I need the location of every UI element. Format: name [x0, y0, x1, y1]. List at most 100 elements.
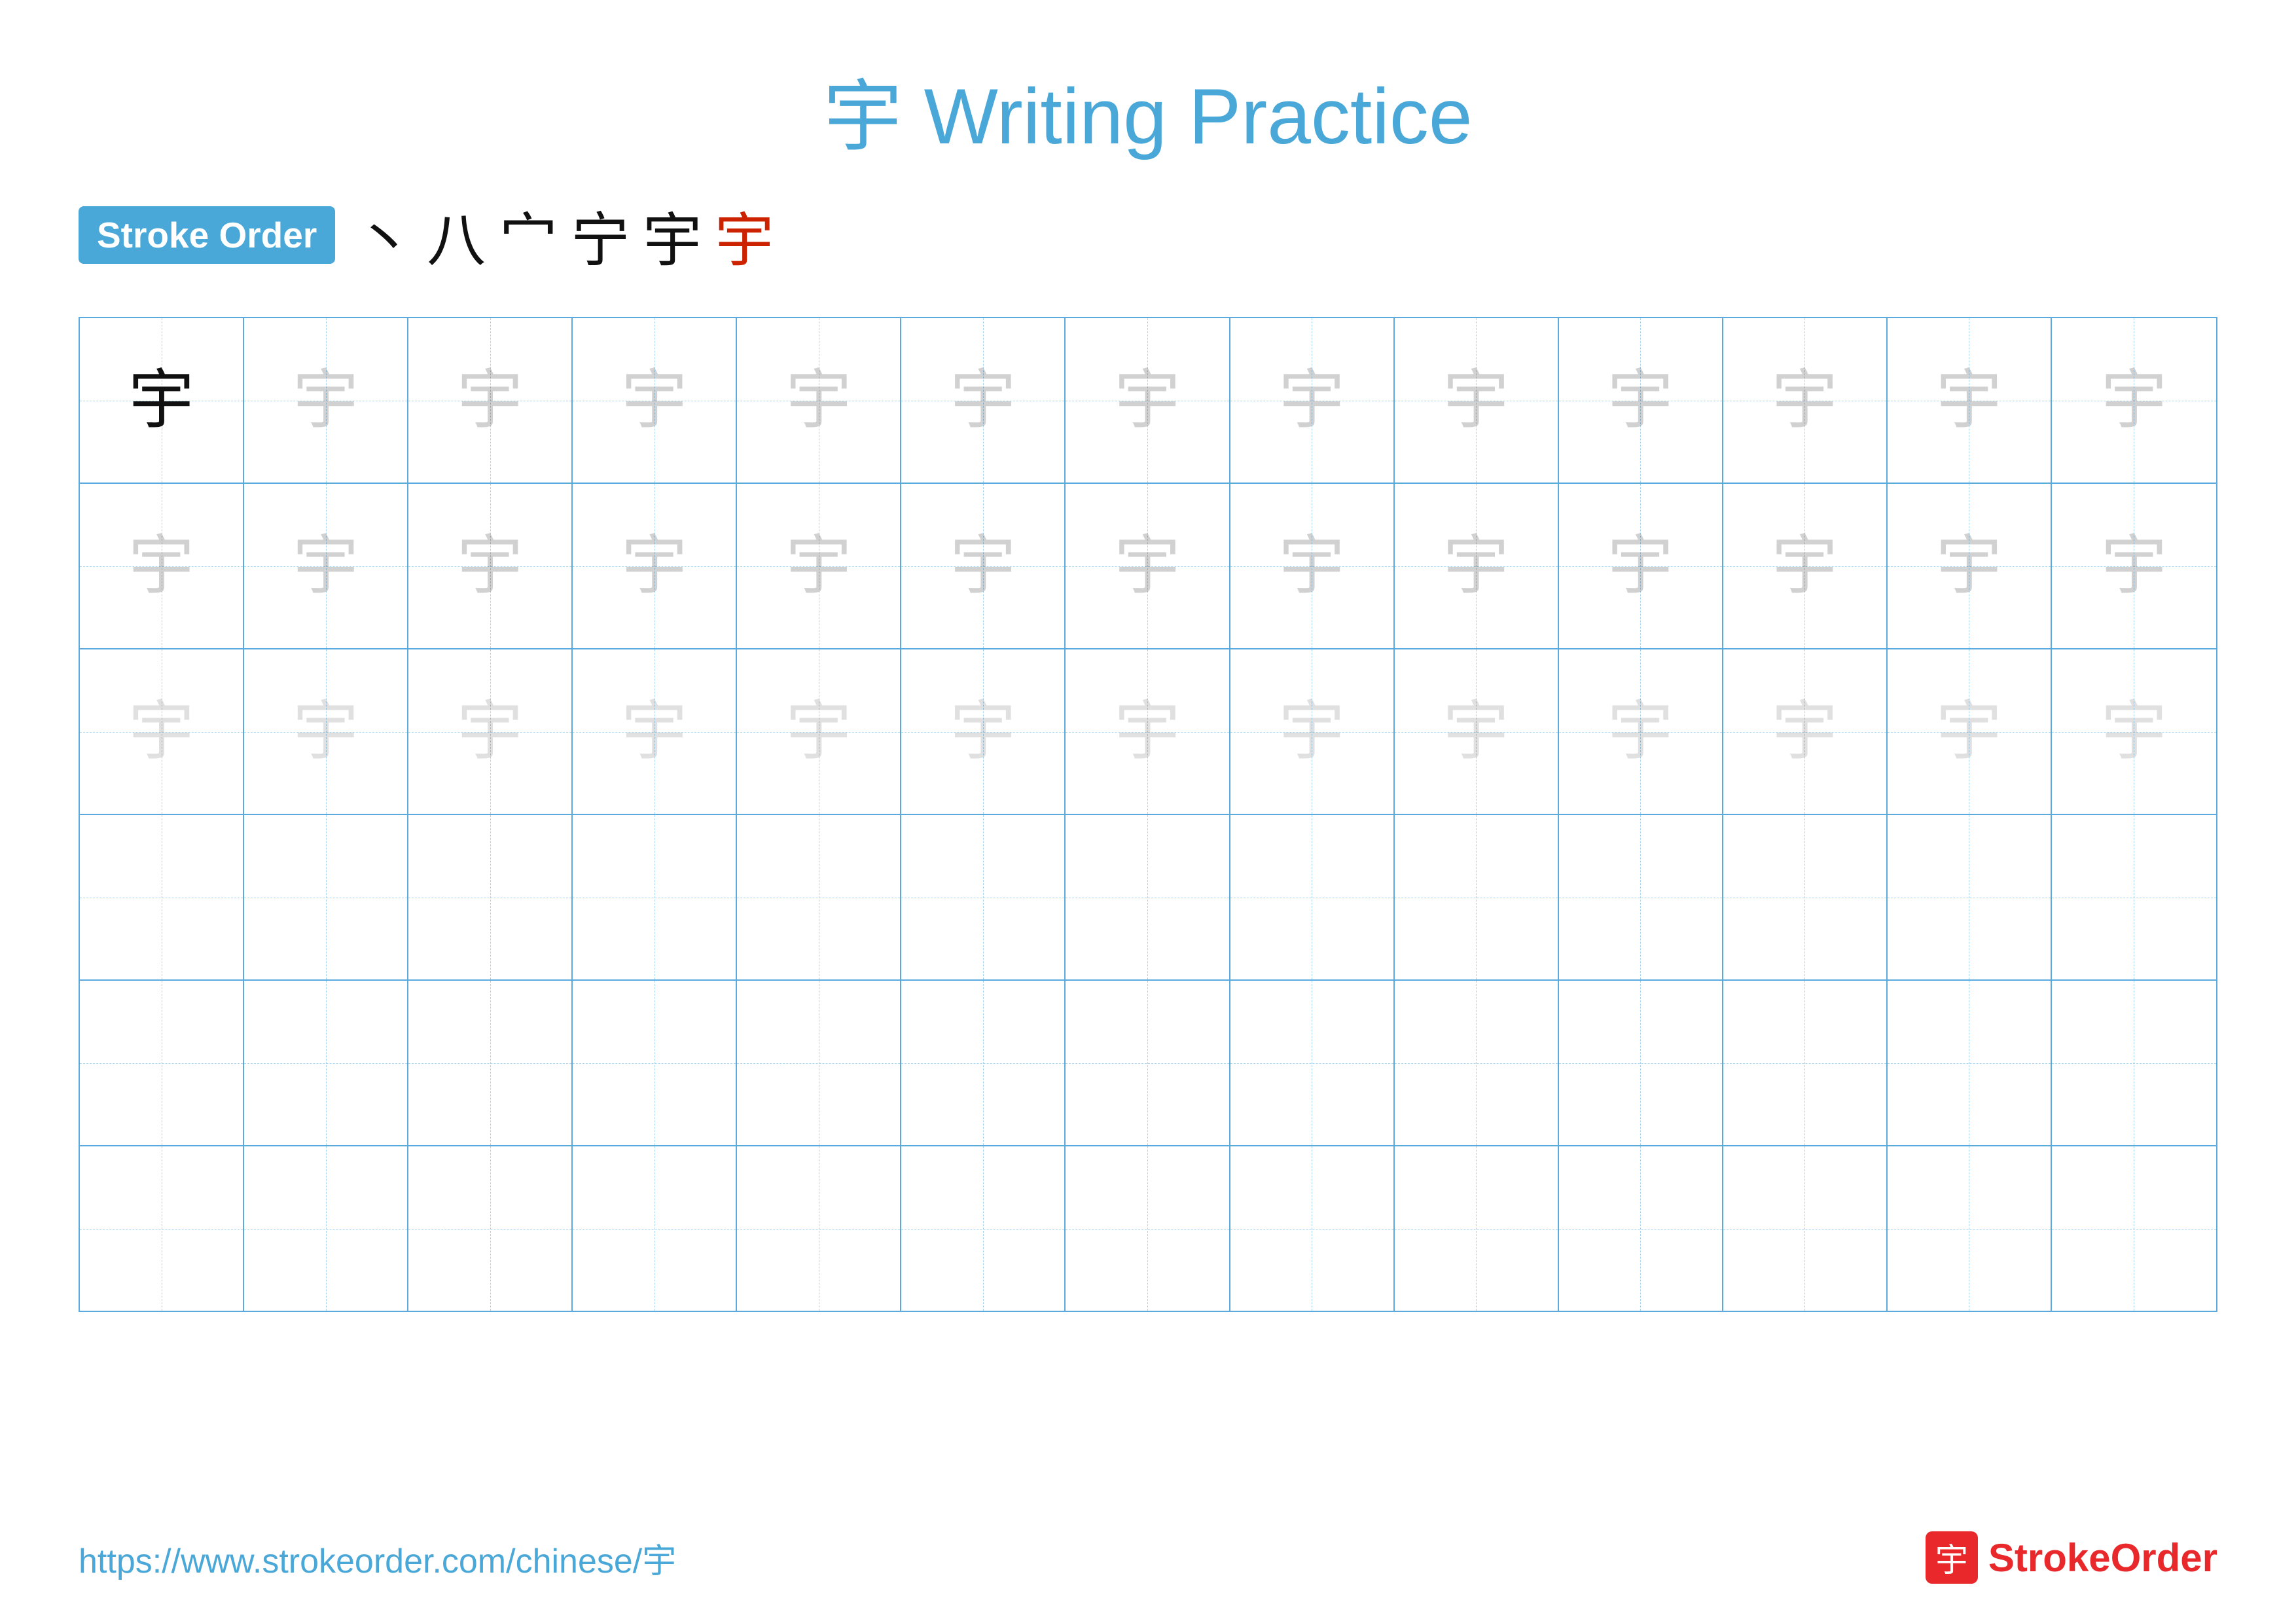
practice-char: 宇	[1607, 534, 1673, 599]
grid-cell[interactable]: 宇	[408, 484, 573, 648]
grid-cell[interactable]: 宇	[1559, 484, 1723, 648]
practice-char: 宇	[457, 368, 523, 433]
grid-cell[interactable]	[573, 1146, 737, 1311]
grid-cell[interactable]	[1230, 1146, 1395, 1311]
grid-cell[interactable]: 宇	[1723, 484, 1888, 648]
grid-cell[interactable]: 宇	[1723, 649, 1888, 814]
grid-cell[interactable]: 宇	[1230, 318, 1395, 483]
grid-cell[interactable]: 宇	[1888, 484, 2052, 648]
grid-cell[interactable]	[1230, 981, 1395, 1145]
practice-char: 宇	[129, 534, 194, 599]
grid-cell[interactable]	[1723, 981, 1888, 1145]
grid-cell[interactable]: 宇	[2052, 484, 2216, 648]
grid-cell[interactable]: 宇	[2052, 318, 2216, 483]
logo-icon: 宇	[1926, 1531, 1978, 1584]
grid-cell[interactable]	[1395, 981, 1559, 1145]
grid-cell[interactable]: 宇	[408, 649, 573, 814]
grid-cell[interactable]: 宇	[1066, 318, 1230, 483]
practice-char: 宇	[293, 534, 359, 599]
grid-cell[interactable]	[1066, 1146, 1230, 1311]
grid-cell[interactable]: 宇	[244, 484, 408, 648]
practice-char: 宇	[1936, 699, 2001, 765]
grid-cell[interactable]	[1395, 815, 1559, 979]
grid-cell[interactable]: 宇	[1559, 318, 1723, 483]
grid-cell[interactable]	[901, 815, 1066, 979]
grid-cell[interactable]: 宇	[737, 484, 901, 648]
grid-cell[interactable]: 宇	[1066, 649, 1230, 814]
practice-char: 宇	[1443, 368, 1509, 433]
grid-cell[interactable]: 宇	[901, 318, 1066, 483]
grid-cell[interactable]: 宇	[1395, 318, 1559, 483]
grid-cell[interactable]	[737, 1146, 901, 1311]
grid-cell[interactable]: 宇	[2052, 649, 2216, 814]
grid-cell[interactable]: 宇	[1230, 484, 1395, 648]
grid-cell[interactable]	[2052, 1146, 2216, 1311]
grid-cell[interactable]: 宇	[80, 649, 244, 814]
grid-cell[interactable]: 宇	[1066, 484, 1230, 648]
grid-cell[interactable]	[244, 981, 408, 1145]
grid-cell[interactable]	[408, 1146, 573, 1311]
grid-cell[interactable]	[2052, 815, 2216, 979]
grid-cell[interactable]	[1888, 981, 2052, 1145]
grid-cell[interactable]: 宇	[1395, 484, 1559, 648]
grid-cell[interactable]: 宇	[1559, 649, 1723, 814]
grid-cell[interactable]	[1723, 1146, 1888, 1311]
grid-cell[interactable]	[737, 815, 901, 979]
grid-row: 宇宇宇宇宇宇宇宇宇宇宇宇宇	[80, 649, 2216, 815]
grid-cell[interactable]	[573, 981, 737, 1145]
practice-char: 宇	[293, 699, 359, 765]
practice-char: 宇	[1772, 534, 1837, 599]
logo-order: Order	[2111, 1536, 2217, 1580]
grid-cell[interactable]	[1888, 1146, 2052, 1311]
grid-cell[interactable]	[1066, 815, 1230, 979]
grid-cell[interactable]	[408, 981, 573, 1145]
grid-cell[interactable]	[901, 1146, 1066, 1311]
grid-cell[interactable]: 宇	[1395, 649, 1559, 814]
grid-cell[interactable]	[1888, 815, 2052, 979]
grid-cell[interactable]	[80, 1146, 244, 1311]
practice-char: 宇	[1936, 534, 2001, 599]
grid-cell[interactable]: 宇	[1723, 318, 1888, 483]
grid-cell[interactable]	[1723, 815, 1888, 979]
grid-cell[interactable]: 宇	[244, 649, 408, 814]
grid-cell[interactable]: 宇	[80, 318, 244, 483]
grid-cell[interactable]	[573, 815, 737, 979]
grid-cell[interactable]: 宇	[573, 318, 737, 483]
grid-cell[interactable]	[80, 815, 244, 979]
grid-cell[interactable]: 宇	[1888, 649, 2052, 814]
grid-cell[interactable]	[80, 981, 244, 1145]
practice-char: 宇	[622, 699, 687, 765]
grid-cell[interactable]	[901, 981, 1066, 1145]
grid-cell[interactable]: 宇	[737, 649, 901, 814]
grid-cell[interactable]: 宇	[737, 318, 901, 483]
grid-cell[interactable]	[408, 815, 573, 979]
practice-char: 宇	[950, 699, 1016, 765]
grid-cell[interactable]: 宇	[1230, 649, 1395, 814]
grid-cell[interactable]: 宇	[80, 484, 244, 648]
practice-char: 宇	[1607, 699, 1673, 765]
stroke-2: 八	[427, 192, 486, 278]
logo-text: StrokeOrder	[1988, 1535, 2217, 1580]
grid-cell[interactable]	[1559, 1146, 1723, 1311]
grid-cell[interactable]	[244, 815, 408, 979]
practice-char: 宇	[1443, 699, 1509, 765]
grid-cell[interactable]	[1066, 981, 1230, 1145]
grid-cell[interactable]	[244, 1146, 408, 1311]
grid-cell[interactable]	[737, 981, 901, 1145]
grid-cell[interactable]	[2052, 981, 2216, 1145]
grid-cell[interactable]: 宇	[1888, 318, 2052, 483]
grid-cell[interactable]	[1559, 815, 1723, 979]
grid-cell[interactable]: 宇	[901, 649, 1066, 814]
grid-cell[interactable]: 宇	[244, 318, 408, 483]
grid-cell[interactable]: 宇	[901, 484, 1066, 648]
grid-cell[interactable]	[1395, 1146, 1559, 1311]
practice-char: 宇	[129, 699, 194, 765]
grid-cell[interactable]: 宇	[573, 484, 737, 648]
grid-cell[interactable]: 宇	[573, 649, 737, 814]
practice-char: 宇	[2101, 368, 2166, 433]
grid-cell[interactable]: 宇	[408, 318, 573, 483]
stroke-5: 宇	[643, 192, 702, 278]
grid-cell[interactable]	[1230, 815, 1395, 979]
grid-cell[interactable]	[1559, 981, 1723, 1145]
stroke-6: 宇	[715, 192, 774, 278]
